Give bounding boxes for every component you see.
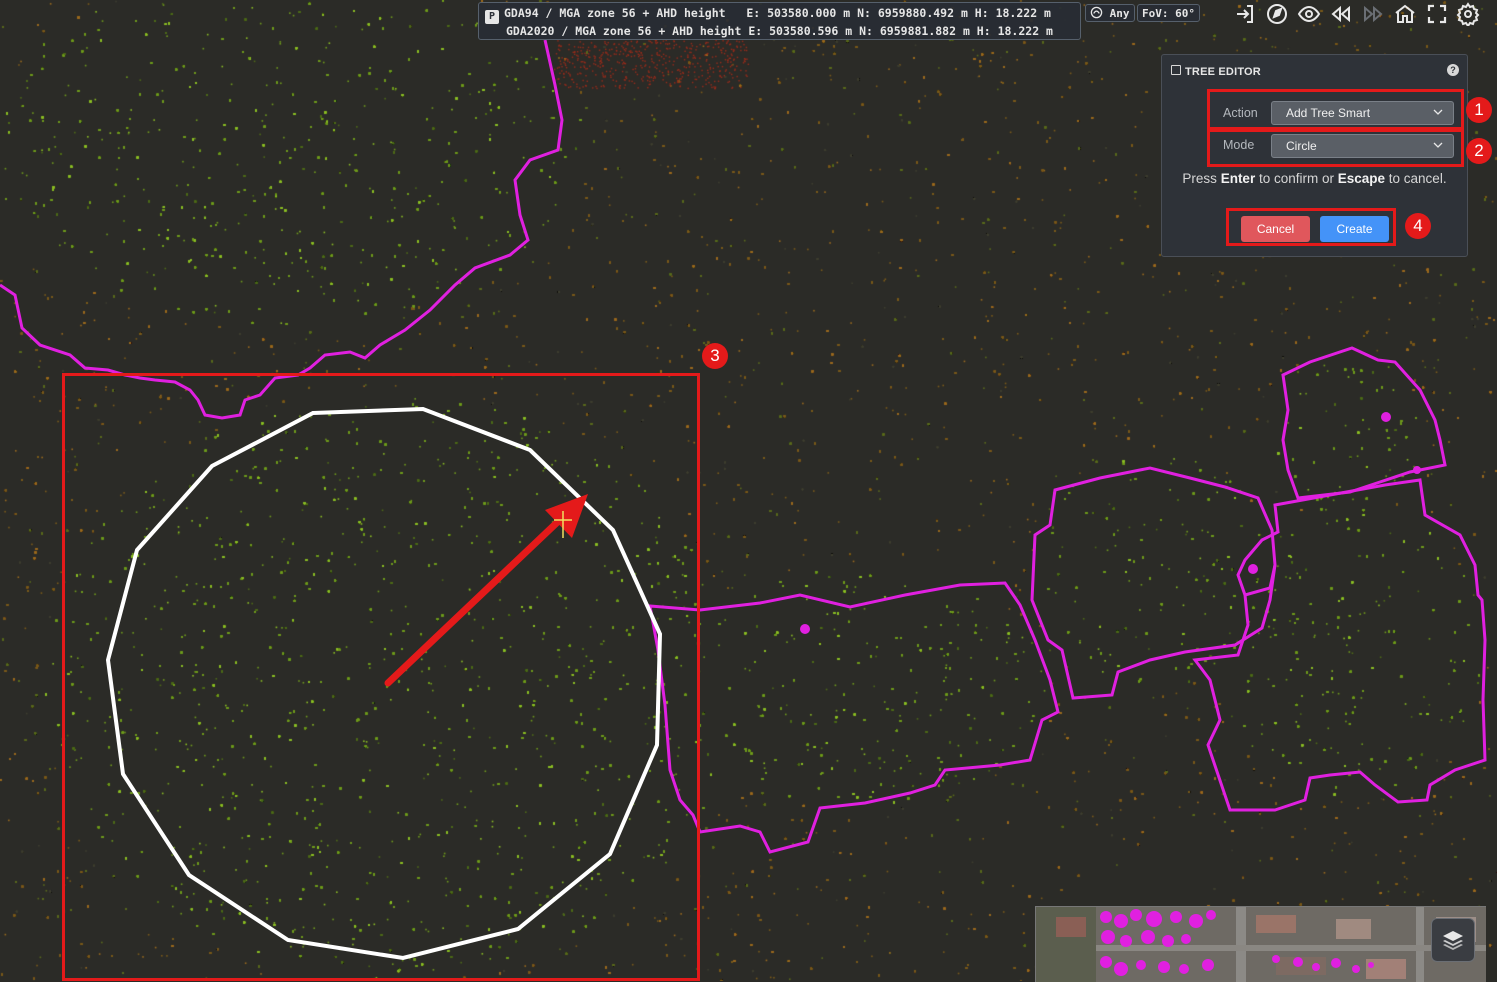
gear-icon[interactable]: [1456, 2, 1480, 28]
snap-icon: [1090, 6, 1103, 19]
tree-editor-panel: TREE EDITOR ? Action Add Tree Smart Mode…: [1161, 54, 1468, 257]
action-select[interactable]: Add Tree Smart: [1271, 101, 1454, 125]
crs-icon[interactable]: P: [485, 10, 499, 24]
create-button[interactable]: Create: [1320, 216, 1389, 242]
snap-mode-label: Any: [1109, 7, 1130, 20]
coordinate-row-gda2020: GDA2020 / MGA zone 56 + AHD height E: 50…: [506, 24, 1053, 38]
compass-icon[interactable]: [1265, 2, 1289, 26]
minimap-satellite: [1036, 907, 1486, 982]
sign-in-icon[interactable]: [1233, 2, 1257, 26]
tree-editor-header[interactable]: TREE EDITOR: [1171, 65, 1261, 78]
eye-icon[interactable]: [1297, 2, 1321, 26]
mode-select[interactable]: Circle: [1271, 134, 1454, 158]
help-icon[interactable]: ?: [1447, 64, 1459, 76]
layers-button[interactable]: [1431, 918, 1475, 962]
fov-indicator[interactable]: FoV: 60°: [1137, 4, 1200, 22]
layers-icon: [1443, 931, 1463, 950]
coordinate-readout: P GDA94 / MGA zone 56 + AHD height E: 503…: [478, 2, 1081, 40]
coordinate-row-gda94: GDA94 / MGA zone 56 + AHD height E: 5035…: [504, 6, 1051, 20]
chevron-down-icon: [1433, 109, 1443, 115]
chevron-down-icon: [1433, 142, 1443, 148]
snap-mode-toggle[interactable]: Any: [1085, 4, 1135, 22]
minimap[interactable]: [1035, 906, 1486, 982]
rewind-icon[interactable]: [1329, 2, 1353, 26]
action-select-value: Add Tree Smart: [1286, 106, 1371, 120]
home-icon[interactable]: [1393, 2, 1417, 26]
forward-icon[interactable]: [1361, 2, 1385, 26]
instruction-text: Press Enter to confirm or Escape to canc…: [1182, 171, 1447, 186]
cancel-button[interactable]: Cancel: [1241, 216, 1310, 242]
tree-editor-title: TREE EDITOR: [1185, 66, 1261, 78]
action-label: Action: [1223, 106, 1258, 120]
mode-select-value: Circle: [1286, 139, 1317, 153]
fullscreen-icon[interactable]: [1425, 2, 1449, 26]
collapse-icon[interactable]: [1171, 65, 1181, 75]
mode-label: Mode: [1223, 138, 1255, 152]
